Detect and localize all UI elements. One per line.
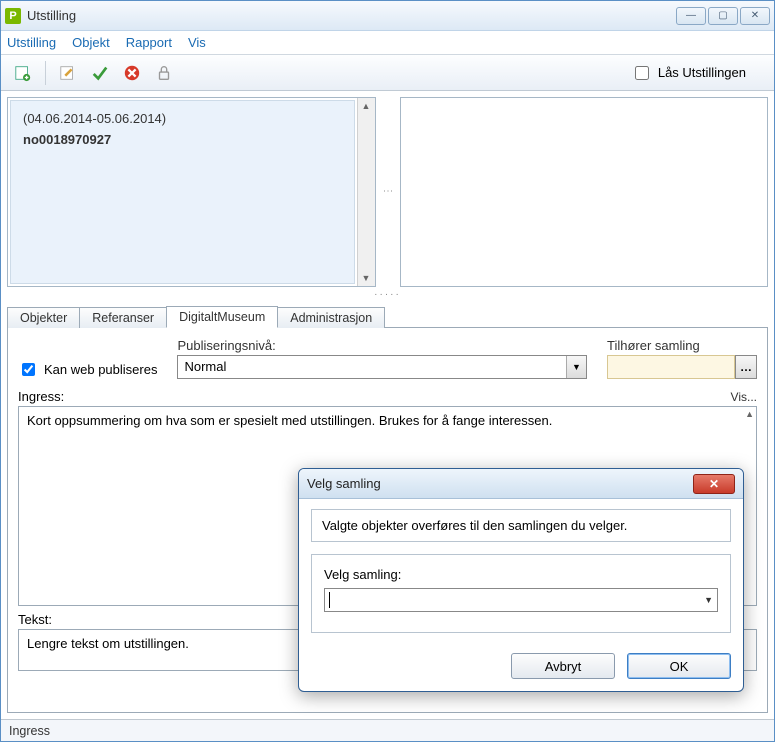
window-controls: — ▢ ✕ — [676, 7, 770, 25]
item-identifier: no0018970927 — [23, 132, 342, 147]
dialog-body: Valgte objekter overføres til den samlin… — [299, 499, 743, 643]
pubnivaa-label: Publiseringsnivå: — [177, 338, 587, 353]
close-icon: ✕ — [709, 477, 719, 491]
app-icon: P — [5, 8, 21, 24]
dialog-titlebar: Velg samling ✕ — [299, 469, 743, 499]
toolbar-separator — [45, 61, 46, 85]
cancel-button[interactable] — [118, 59, 146, 87]
dialog-field-group: Velg samling: ▼ — [311, 554, 731, 633]
new-button[interactable] — [9, 59, 37, 87]
samling-label: Tilhører samling — [607, 338, 757, 353]
chevron-down-icon[interactable]: ▼ — [704, 595, 713, 605]
minimize-button[interactable]: — — [676, 7, 706, 25]
pubnivaa-combo[interactable]: Normal ▼ — [177, 355, 587, 379]
edit-icon — [59, 64, 77, 82]
web-publish-input[interactable] — [22, 363, 35, 376]
samling-input-group: … — [607, 355, 757, 379]
dialog-close-button[interactable]: ✕ — [693, 474, 735, 494]
dialog-cancel-label: Avbryt — [545, 659, 582, 674]
status-text: Ingress — [9, 724, 50, 738]
ingress-header-row: Ingress: Vis... — [18, 389, 757, 404]
text-cursor — [329, 592, 330, 608]
left-pane: (04.06.2014-05.06.2014) no0018970927 ▲ ▼ — [7, 97, 376, 287]
tab-bar: Objekter Referanser DigitaltMuseum Admin… — [7, 304, 768, 328]
cancel-icon — [123, 64, 141, 82]
lock-exhibition-label: Lås Utstillingen — [658, 65, 746, 80]
menu-vis[interactable]: Vis — [188, 35, 206, 50]
left-pane-item[interactable]: (04.06.2014-05.06.2014) no0018970927 — [10, 100, 355, 284]
scroll-up-icon[interactable]: ▲ — [745, 409, 754, 419]
velg-samling-dialog: Velg samling ✕ Valgte objekter overføres… — [298, 468, 744, 692]
scroll-up-icon[interactable]: ▲ — [362, 98, 371, 114]
chevron-down-icon[interactable]: ▼ — [566, 356, 586, 378]
dialog-samling-combo[interactable]: ▼ — [324, 588, 718, 612]
samling-input[interactable] — [607, 355, 735, 379]
edit-button[interactable] — [54, 59, 82, 87]
titlebar: P Utstilling — ▢ ✕ — [1, 1, 774, 31]
pane-splitter[interactable]: ⋮ — [384, 97, 392, 287]
lock-button[interactable] — [150, 59, 178, 87]
right-pane — [400, 97, 769, 287]
lock-exhibition-input[interactable] — [635, 66, 649, 80]
form-row-1: Kan web publiseres Publiseringsnivå: Nor… — [18, 338, 757, 379]
status-bar: Ingress — [1, 719, 774, 741]
upper-panes: (04.06.2014-05.06.2014) no0018970927 ▲ ▼… — [7, 97, 768, 287]
check-icon — [91, 64, 109, 82]
dialog-message: Valgte objekter overføres til den samlin… — [311, 509, 731, 542]
tab-objekter[interactable]: Objekter — [7, 307, 80, 328]
close-button[interactable]: ✕ — [740, 7, 770, 25]
item-date-range: (04.06.2014-05.06.2014) — [23, 111, 342, 126]
dialog-field-label: Velg samling: — [324, 567, 718, 582]
pubnivaa-field: Publiseringsnivå: Normal ▼ — [177, 338, 587, 379]
dialog-ok-label: OK — [670, 659, 689, 674]
menubar: Utstilling Objekt Rapport Vis — [1, 31, 774, 55]
accept-button[interactable] — [86, 59, 114, 87]
tab-digitaltmuseum[interactable]: DigitaltMuseum — [166, 306, 278, 328]
web-publish-checkbox[interactable]: Kan web publiseres — [18, 360, 157, 379]
dialog-button-row: Avbryt OK — [299, 643, 743, 691]
pubnivaa-value: Normal — [178, 356, 566, 378]
dialog-cancel-button[interactable]: Avbryt — [511, 653, 615, 679]
samling-browse-button[interactable]: … — [735, 355, 757, 379]
horizontal-splitter[interactable]: ····· — [7, 289, 768, 300]
toolbar: Lås Utstillingen — [1, 55, 774, 91]
tab-referanser[interactable]: Referanser — [79, 307, 167, 328]
vis-link[interactable]: Vis... — [731, 390, 757, 404]
left-pane-scrollbar[interactable]: ▲ ▼ — [357, 98, 375, 286]
dialog-title: Velg samling — [307, 476, 693, 491]
ingress-text: Kort oppsummering om hva som er spesielt… — [27, 413, 552, 428]
menu-rapport[interactable]: Rapport — [126, 35, 172, 50]
scroll-down-icon[interactable]: ▼ — [362, 270, 371, 286]
menu-utstilling[interactable]: Utstilling — [7, 35, 56, 50]
tab-administrasjon[interactable]: Administrasjon — [277, 307, 385, 328]
samling-field: Tilhører samling … — [607, 338, 757, 379]
new-icon — [14, 64, 32, 82]
ingress-label: Ingress: — [18, 389, 64, 404]
lock-exhibition-checkbox[interactable]: Lås Utstillingen — [631, 63, 746, 83]
menu-objekt[interactable]: Objekt — [72, 35, 110, 50]
lock-icon — [155, 64, 173, 82]
web-publish-label: Kan web publiseres — [44, 362, 157, 377]
maximize-button[interactable]: ▢ — [708, 7, 738, 25]
tekst-text: Lengre tekst om utstillingen. — [27, 636, 189, 651]
window-title: Utstilling — [27, 8, 676, 23]
dialog-ok-button[interactable]: OK — [627, 653, 731, 679]
